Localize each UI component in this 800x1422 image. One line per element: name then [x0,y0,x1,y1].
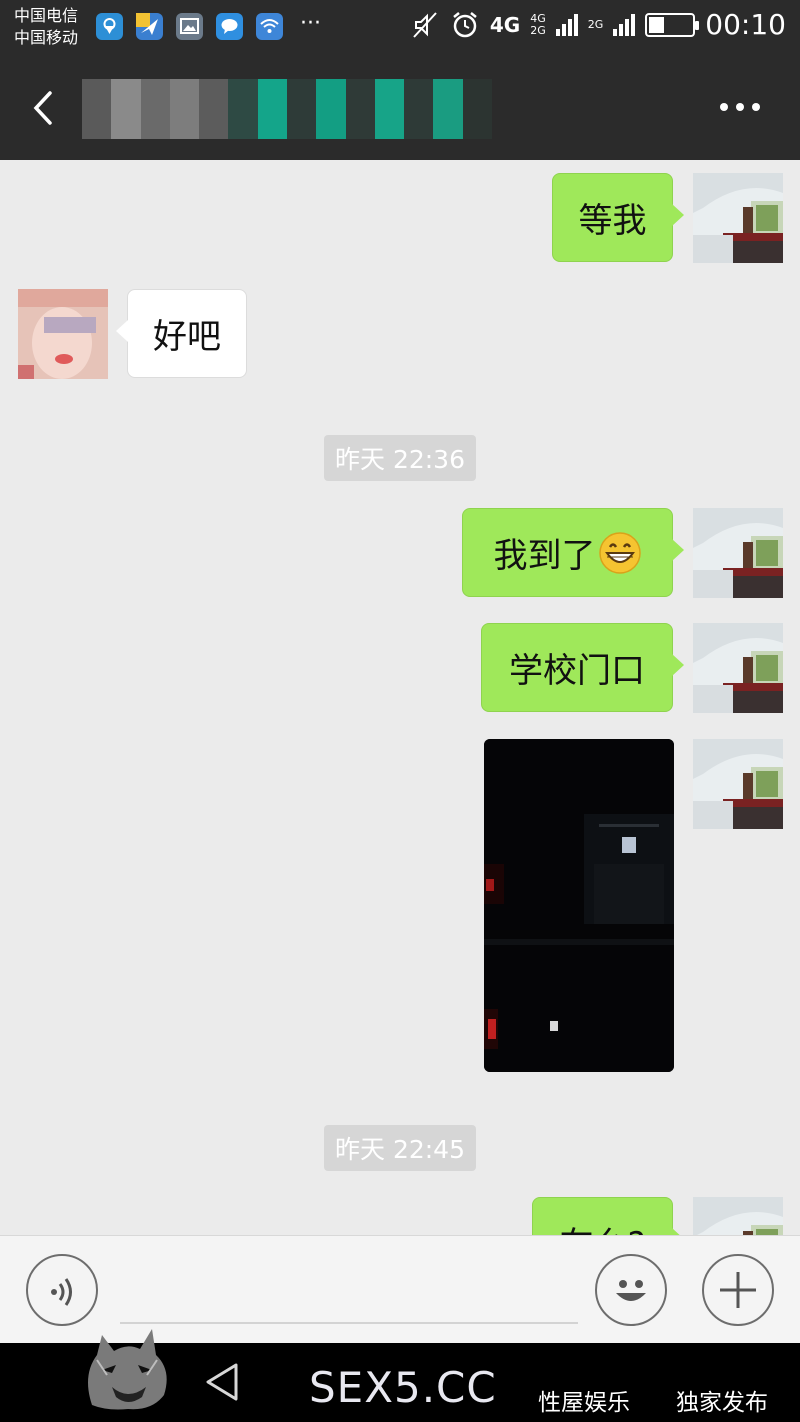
my-message-bubble[interactable]: 等我 [552,173,684,262]
dual-network-labels: 4G 2G [530,11,546,37]
chat-header [0,55,800,160]
emoji-icon [616,1280,646,1301]
my-message-bubble[interactable]: 在么? [532,1197,684,1235]
wolf-watermark-logo [88,1329,167,1410]
more-dots-icon [736,103,744,111]
carrier-1: 中国电信 [14,6,79,25]
triangle-back-icon [206,1363,238,1401]
carrier-2: 中国移动 [14,28,79,47]
contact-name-blurred [82,79,492,139]
gallery-notification-icon [176,13,203,40]
room-photo-avatar-icon [693,1197,783,1235]
notification-icons: ··· [96,13,321,40]
room-photo-avatar-icon [693,508,783,598]
status-bar: 中国电信 中国移动 ··· 4G 4G 2G 2G 00:10 [0,0,800,55]
carrier-labels: 中国电信 中国移动 [14,5,78,49]
more-functions-button[interactable] [702,1254,774,1326]
nav-back-button[interactable] [200,1359,246,1405]
more-dots-icon [720,103,728,111]
message-text: 学校门口 [509,651,645,691]
more-options-button[interactable] [720,95,764,119]
image-message[interactable] [484,739,674,1072]
message-text: 在么? [559,1217,645,1235]
timestamp-label: 昨天 22:36 [324,435,476,481]
emoji-button[interactable] [595,1254,667,1326]
watermark-tag-1: 性屋娱乐 [538,1390,630,1416]
message-list[interactable]: 等我 好吧 昨天 22:36 我到了 学校门口 昨天 22:45 [0,160,800,1235]
more-notifications-label: ··· [300,11,321,36]
contact-message-bubble[interactable]: 好吧 [116,289,247,378]
room-photo-avatar-icon [693,173,783,263]
timestamp-label: 昨天 22:45 [324,1125,476,1171]
mute-icon [413,11,437,38]
my-avatar[interactable] [693,623,783,713]
network-2g-small-label: 2G [530,23,546,37]
room-photo-avatar-icon [693,739,783,829]
my-avatar[interactable] [693,1197,783,1235]
battery-icon [645,12,700,37]
watermark-tag-2: 独家发布 [676,1390,768,1416]
my-message-bubble[interactable]: 学校门口 [481,623,684,712]
contact-photo-avatar-icon [18,289,108,379]
room-photo-avatar-icon [693,623,783,713]
signal-bars-2-icon [613,13,636,36]
my-avatar[interactable] [693,739,783,829]
timestamp-text: 昨天 22:45 [335,1135,465,1164]
network-2g-label: 2G [587,18,604,31]
my-avatar[interactable] [693,508,783,598]
message-text: 好吧 [153,317,221,357]
clock: 00:10 [705,8,786,41]
contact-avatar[interactable] [18,289,108,379]
voice-icon [51,1278,72,1306]
my-avatar[interactable] [693,173,783,263]
network-4g-label: 4G [489,12,521,37]
network-4g-small-label: 4G [530,11,546,25]
maps-notification-icon [96,13,123,40]
chevron-left-icon [33,91,52,125]
message-notification-icon [216,13,243,40]
navigation-notification-icon [136,13,163,40]
grinning-face-icon [598,531,641,574]
battery-level-fill [649,16,664,33]
night-street-photo [484,739,674,1072]
signal-bars-1-icon [555,13,578,36]
system-navigation-bar: SEX5.CC 性屋娱乐 独家发布 [0,1329,800,1422]
my-message-bubble[interactable]: 我到了 [462,508,684,597]
back-button[interactable] [26,83,66,133]
timestamp-text: 昨天 22:36 [335,445,465,474]
plus-icon [720,1272,756,1308]
message-input[interactable] [120,1322,578,1324]
message-text: 我到了 [493,536,596,576]
wifi-notification-icon [256,13,283,40]
system-indicators: 4G 4G 2G 2G 00:10 [410,8,786,41]
message-text: 等我 [578,201,647,241]
more-dots-icon [752,103,760,111]
alarm-icon [453,11,477,37]
watermark-domain: SEX5.CC [309,1363,497,1412]
